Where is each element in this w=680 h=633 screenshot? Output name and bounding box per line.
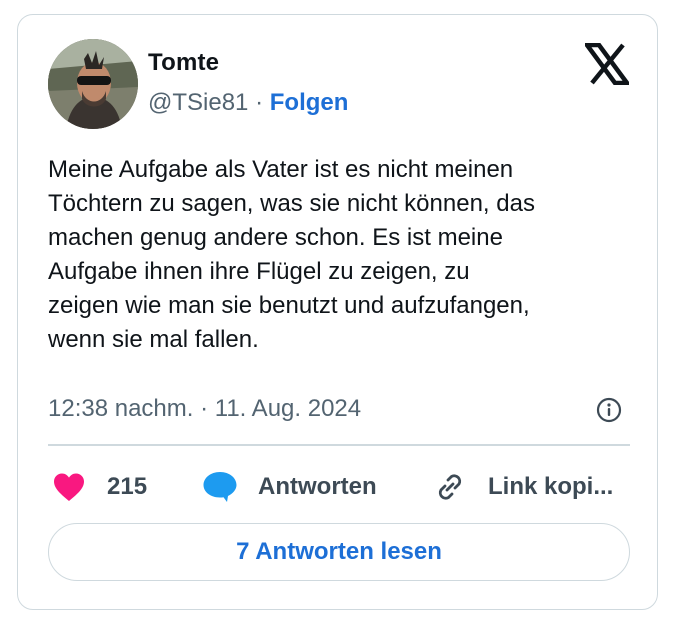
read-replies-button[interactable]: 7 Antworten lesen bbox=[48, 523, 630, 581]
tweet-card: Tomte @TSie81 · Folgen Meine Aufgabe als… bbox=[17, 14, 658, 610]
like-count: 215 bbox=[107, 473, 148, 500]
avatar[interactable] bbox=[48, 39, 138, 129]
tweet-text-line: Töchtern zu sagen, was sie nicht können,… bbox=[48, 190, 535, 217]
tweet-timestamp[interactable]: 12:38 nachm. · 11. Aug. 2024 bbox=[48, 395, 361, 423]
tweet-text-line: zeigen wie man sie benutzt und aufzufang… bbox=[48, 292, 530, 319]
tweet-text: Meine Aufgabe als Vater ist es nicht mei… bbox=[48, 153, 638, 357]
tweet-text-line: machen genug andere schon. Es ist meine bbox=[48, 224, 503, 251]
copy-link-button[interactable]: Link kopi... bbox=[432, 467, 613, 507]
meta-separator: · bbox=[255, 89, 264, 116]
tweet-text-line: Aufgabe ihnen ihre Flügel zu zeigen, zu bbox=[48, 258, 470, 285]
author-handle[interactable]: @TSie81 bbox=[148, 89, 248, 116]
avatar-photo bbox=[48, 39, 138, 129]
speech-bubble-icon bbox=[203, 472, 237, 502]
like-button[interactable]: 215 bbox=[52, 467, 147, 507]
heart-icon bbox=[54, 473, 84, 501]
copy-link-label: Link kopi... bbox=[488, 473, 614, 500]
info-icon[interactable] bbox=[596, 397, 622, 423]
author-meta: @TSie81 · Folgen bbox=[148, 89, 348, 117]
follow-button[interactable]: Folgen bbox=[270, 89, 349, 116]
tweet-text-line: Meine Aufgabe als Vater ist es nicht mei… bbox=[48, 156, 514, 183]
link-icon bbox=[438, 474, 462, 500]
reply-label: Antworten bbox=[258, 473, 377, 500]
reply-button[interactable]: Antworten bbox=[202, 467, 377, 507]
tweet-text-line: wenn sie mal fallen. bbox=[48, 326, 259, 353]
x-logo-icon[interactable] bbox=[582, 42, 632, 86]
divider bbox=[48, 444, 630, 446]
author-name[interactable]: Tomte bbox=[148, 49, 219, 77]
